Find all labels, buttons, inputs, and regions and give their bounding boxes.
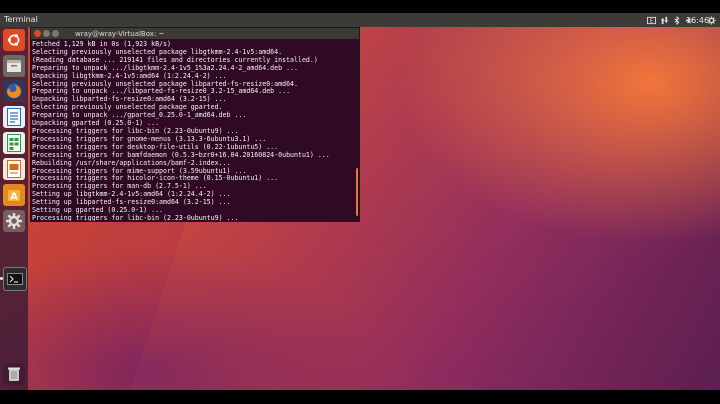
scrollbar[interactable]	[356, 168, 358, 216]
system-settings-icon[interactable]	[3, 210, 25, 232]
network-icon[interactable]	[658, 14, 670, 26]
calc-icon[interactable]	[3, 132, 25, 154]
window-titlebar[interactable]: wray@wray-VirtualBox: ~	[31, 28, 359, 39]
window-title: wray@wray-VirtualBox: ~	[75, 29, 165, 38]
files-icon[interactable]	[3, 55, 25, 77]
trash-icon[interactable]	[3, 363, 25, 385]
maximize-button[interactable]	[52, 30, 59, 37]
svg-text:A: A	[10, 192, 18, 203]
svg-text:E: E	[649, 18, 653, 24]
terminal-window[interactable]: wray@wray-VirtualBox: ~ Fetched 1,129 kB…	[30, 27, 360, 222]
writer-icon[interactable]	[3, 106, 25, 128]
terminal-output[interactable]: Fetched 1,129 kB in 0s (1,923 kB/s) Selec…	[31, 39, 355, 221]
impress-icon[interactable]	[3, 158, 25, 180]
active-app-title: Terminal	[4, 15, 38, 24]
top-panel: Terminal E 16:46	[0, 13, 720, 27]
close-button[interactable]	[34, 30, 41, 37]
software-center-icon[interactable]: A	[3, 184, 25, 206]
minimize-button[interactable]	[43, 30, 50, 37]
keyboard-icon[interactable]: E	[645, 14, 657, 26]
bluetooth-icon[interactable]	[671, 14, 683, 26]
settings-gear-icon[interactable]	[706, 14, 717, 26]
terminal-line: Processing triggers for libc-bin (2.23-0…	[32, 213, 239, 221]
launcher: A	[0, 27, 28, 390]
firefox-icon[interactable]	[3, 80, 25, 102]
terminal-icon[interactable]	[3, 267, 27, 291]
ubuntu-logo-icon[interactable]	[3, 29, 25, 51]
